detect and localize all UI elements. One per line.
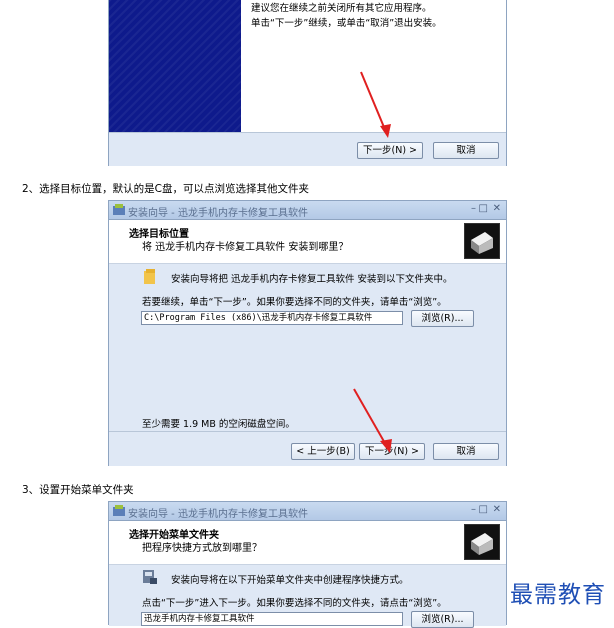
watermark-logo: 最需教育: [510, 582, 606, 608]
next-button[interactable]: 下一步(N) >: [357, 142, 423, 159]
footer-divider: [109, 431, 506, 432]
step2-window: 安装向导 - 迅龙手机内存卡修复工具软件 – □ ✕ 选择目标位置 将 迅龙手机…: [108, 200, 507, 466]
disk-space-text: 至少需要 1.9 MB 的空闲磁盘空间。: [142, 419, 295, 430]
title-bar: 安装向导 - 迅龙手机内存卡修复工具软件 – □ ✕: [109, 502, 506, 521]
cancel-button[interactable]: 取消: [433, 443, 499, 460]
wizard-body: 安装向导将把 迅龙手机内存卡修复工具软件 安装到以下文件夹中。 若要继续，单击“…: [109, 264, 506, 466]
page-subtitle: 将 迅龙手机内存卡修复工具软件 安装到哪里？: [142, 242, 349, 253]
installer-logo-icon: [464, 524, 500, 560]
maximize-icon[interactable]: □: [479, 504, 488, 515]
install-path-input[interactable]: C:\Program Files (x86)\迅龙手机内存卡修复工具软件: [141, 311, 403, 325]
page-subtitle: 把程序快捷方式放到哪里？: [142, 543, 262, 554]
installer-app-icon: [113, 505, 125, 516]
start-menu-folder-icon: [143, 570, 157, 584]
wizard-header: 选择开始菜单文件夹 把程序快捷方式放到哪里？: [109, 521, 506, 565]
window-title: 安装向导 - 迅龙手机内存卡修复工具软件: [128, 509, 308, 520]
installer-banner: [109, 0, 241, 132]
red-arrow-icon: [353, 388, 392, 453]
start-menu-info: 安装向导将在以下开始菜单文件夹中创建程序快捷方式。: [171, 575, 409, 586]
step1-window: 建议您在继续之前关闭所有其它应用程序。 单击“下一步”继续，或单击“取消”退出安…: [108, 0, 507, 166]
start-menu-folder-input[interactable]: 迅龙手机内存卡修复工具软件: [141, 612, 403, 626]
cancel-button[interactable]: 取消: [433, 142, 499, 159]
title-bar: 安装向导 - 迅龙手机内存卡修复工具软件 – □ ✕: [109, 201, 506, 220]
red-arrow-icon: [360, 71, 391, 138]
close-icon[interactable]: ✕: [493, 203, 501, 214]
minimize-icon[interactable]: –: [471, 203, 476, 214]
wizard-body: 安装向导将在以下开始菜单文件夹中创建程序快捷方式。 点击“下一步”进入下一步。如…: [109, 565, 506, 628]
browse-button[interactable]: 浏览(R)...: [411, 310, 474, 327]
section-caption-2: 2、选择目标位置，默认的是C盘，可以点浏览选择其他文件夹: [22, 183, 310, 195]
minimize-icon[interactable]: –: [471, 504, 476, 515]
window-title: 安装向导 - 迅龙手机内存卡修复工具软件: [128, 208, 308, 219]
continue-instruction: 若要继续，单击“下一步”。如果你要选择不同的文件夹，请单击“浏览”。: [142, 297, 447, 308]
browse-button[interactable]: 浏览(R)...: [411, 611, 474, 628]
installer-logo-icon: [464, 223, 500, 259]
close-icon[interactable]: ✕: [493, 504, 501, 515]
step3-window: 安装向导 - 迅龙手机内存卡修复工具软件 – □ ✕ 选择开始菜单文件夹 把程序…: [108, 501, 507, 628]
section-caption-3: 3、设置开始菜单文件夹: [22, 484, 134, 496]
installer-app-icon: [113, 204, 125, 215]
folder-icon: [144, 269, 155, 284]
step1-instruction-text: 单击“下一步”继续，或单击“取消”退出安装。: [251, 18, 442, 29]
install-location-info: 安装向导将把 迅龙手机内存卡修复工具软件 安装到以下文件夹中。: [171, 274, 453, 285]
continue-instruction: 点击“下一步”进入下一步。如果你要选择不同的文件夹，请点击“浏览”。: [142, 598, 447, 609]
wizard-header: 选择目标位置 将 迅龙手机内存卡修复工具软件 安装到哪里？: [109, 220, 506, 264]
step1-close-apps-text: 建议您在继续之前关闭所有其它应用程序。: [251, 3, 432, 14]
maximize-icon[interactable]: □: [479, 203, 488, 214]
back-button[interactable]: < 上一步(B): [291, 443, 355, 460]
